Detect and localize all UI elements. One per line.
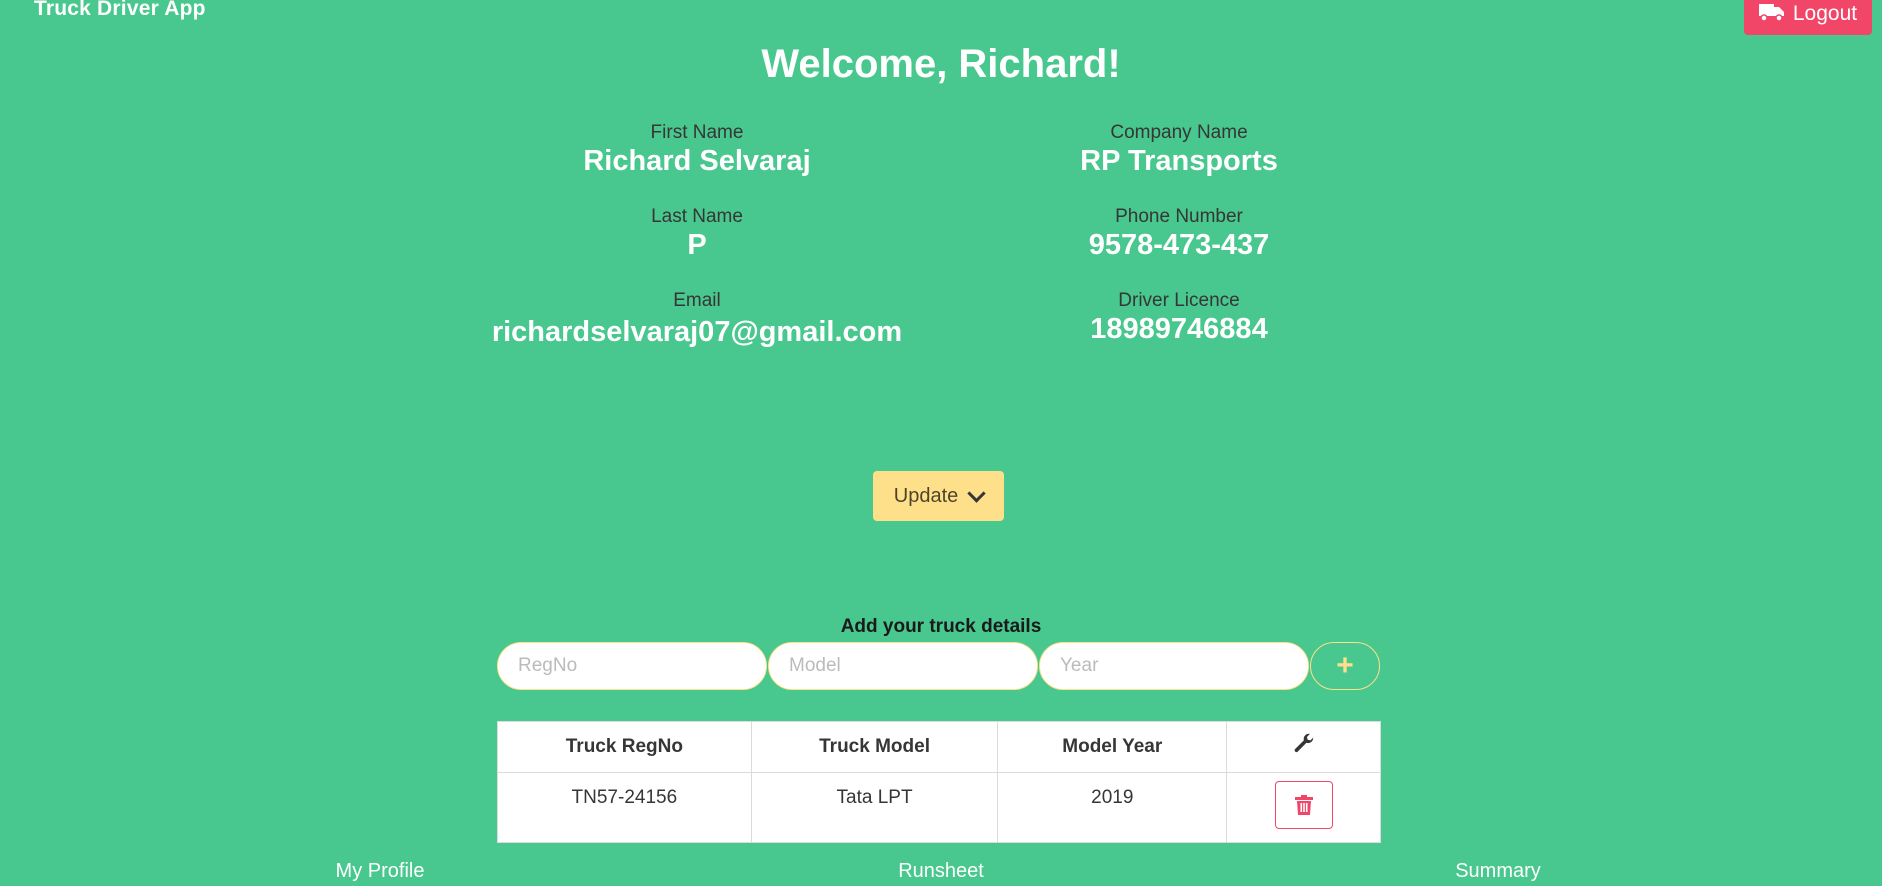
phone-number-label: Phone Number <box>1115 206 1243 227</box>
update-dropdown-button[interactable]: Update <box>873 471 1004 521</box>
cell-model: Tata LPT <box>750 772 999 843</box>
driver-licence-label: Driver Licence <box>1118 290 1240 311</box>
logout-button[interactable]: Logout <box>1744 0 1872 35</box>
last-name-value: P <box>687 229 707 261</box>
cell-actions <box>1226 772 1381 843</box>
email-field: Email richardselvaraj07@gmail.com <box>437 290 957 349</box>
email-label: Email <box>673 290 721 311</box>
nav-runsheet[interactable]: Runsheet <box>898 860 984 883</box>
add-truck-button[interactable]: + <box>1310 642 1380 690</box>
company-name-value: RP Transports <box>1080 145 1278 177</box>
plus-icon: + <box>1336 649 1354 682</box>
header-truck-model: Truck Model <box>750 721 999 773</box>
header-truck-regno: Truck RegNo <box>497 721 752 773</box>
cell-year: 2019 <box>997 772 1228 843</box>
table-header-row: Truck RegNo Truck Model Model Year <box>497 721 1381 773</box>
model-input[interactable] <box>768 642 1038 690</box>
add-truck-title: Add your truck details <box>840 616 1042 637</box>
update-label: Update <box>893 484 959 507</box>
phone-number-field: Phone Number 9578-473-437 <box>919 206 1439 262</box>
chevron-down-icon <box>967 483 986 503</box>
first-name-label: First Name <box>650 122 744 143</box>
delete-truck-button[interactable] <box>1274 781 1333 829</box>
last-name-field: Last Name P <box>437 206 957 262</box>
welcome-heading: Welcome, Richard! <box>761 42 1121 86</box>
cell-regno: TN57-24156 <box>497 772 752 843</box>
company-name-field: Company Name RP Transports <box>919 122 1439 178</box>
regno-input[interactable] <box>497 642 767 690</box>
table-row: TN57-24156 Tata LPT 2019 <box>497 772 1381 843</box>
nav-my-profile[interactable]: My Profile <box>336 860 425 883</box>
truck-icon <box>1758 2 1785 22</box>
wrench-icon <box>1294 733 1313 753</box>
nav-summary[interactable]: Summary <box>1455 860 1541 883</box>
header-model-year: Model Year <box>997 721 1228 773</box>
header-actions <box>1226 721 1381 773</box>
first-name-field: First Name Richard Selvaraj <box>437 122 957 178</box>
truck-table: Truck RegNo Truck Model Model Year TN57-… <box>497 721 1381 843</box>
logout-label: Logout <box>1792 1 1858 25</box>
phone-number-value: 9578-473-437 <box>1088 229 1270 261</box>
first-name-value: Richard Selvaraj <box>583 145 811 177</box>
year-input[interactable] <box>1039 642 1309 690</box>
last-name-label: Last Name <box>651 206 743 227</box>
company-name-label: Company Name <box>1110 122 1248 143</box>
driver-licence-field: Driver Licence 18989746884 <box>919 290 1439 346</box>
trash-icon <box>1294 795 1313 815</box>
app-title[interactable]: Truck Driver App <box>34 0 206 21</box>
email-value: richardselvaraj07@gmail.com <box>491 316 903 348</box>
driver-licence-value: 18989746884 <box>1090 313 1268 345</box>
